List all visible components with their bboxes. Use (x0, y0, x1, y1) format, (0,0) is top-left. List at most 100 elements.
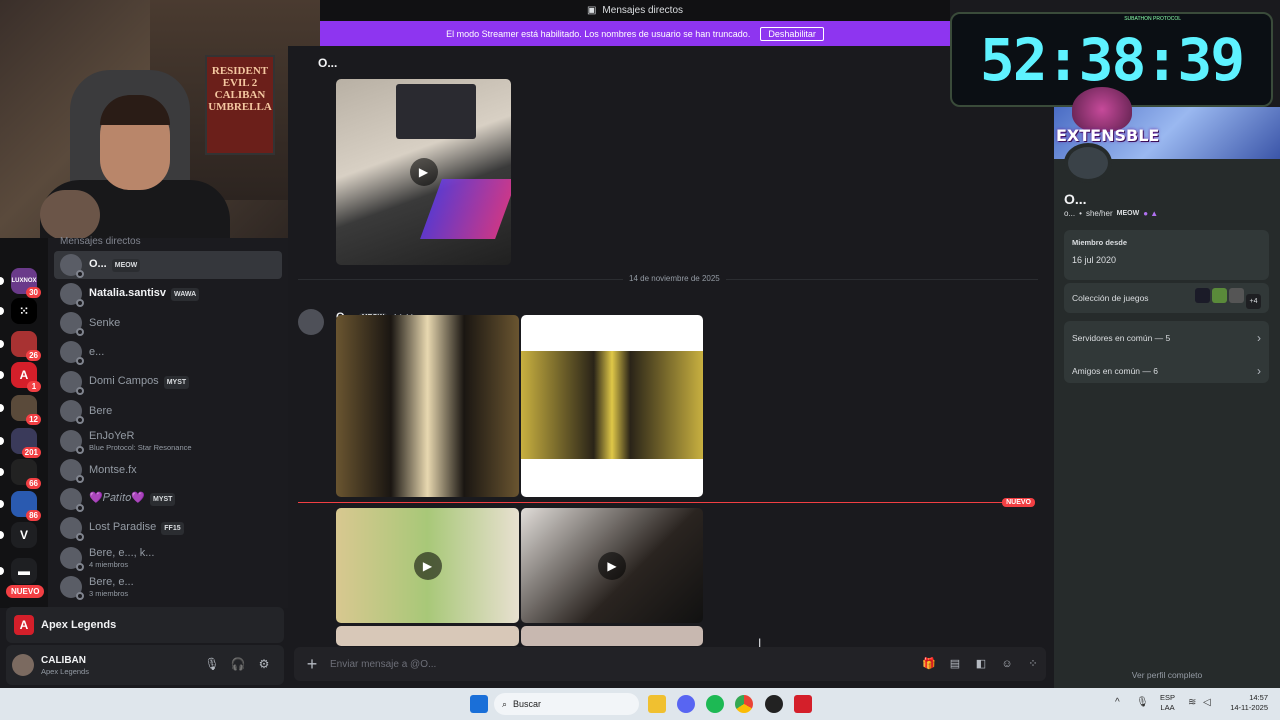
dm-item[interactable]: e... (54, 338, 282, 366)
user-avatar[interactable] (12, 654, 34, 676)
add-attachment-button[interactable]: + (294, 654, 330, 675)
discord-icon[interactable] (677, 695, 695, 713)
gift-icon[interactable]: 🎁 (916, 651, 942, 677)
taskbar-search[interactable]: ⌕ Buscar (494, 693, 639, 715)
user-panel[interactable]: CALIBAN Apex Legends 🎙 🎧 ⚙ (6, 645, 284, 685)
dm-item[interactable]: EnJoYeR Blue Protocol: Star Resonance (54, 427, 282, 455)
dm-item[interactable]: Domi Campos MYST (54, 368, 282, 396)
status-indicator (76, 446, 84, 454)
chevron-right-icon: › (1257, 364, 1261, 378)
status-indicator (76, 299, 84, 307)
disable-streamer-button[interactable]: Deshabilitar (760, 26, 824, 41)
gif-icon[interactable]: ▤ (942, 651, 968, 677)
emoji-icon[interactable]: ☺ (994, 651, 1020, 677)
dm-item[interactable]: Natalia.santisv WAWA (54, 280, 282, 308)
more-games-count[interactable]: +4 (1246, 293, 1261, 309)
language-indicator[interactable]: ESP LAA (1160, 693, 1175, 713)
view-full-profile-link[interactable]: Ver perfil completo (1054, 670, 1280, 680)
game-collection-card[interactable]: Colección de juegos +4 (1064, 283, 1269, 313)
server-icon[interactable]: 66 (0, 459, 41, 489)
chevron-right-icon: › (1257, 331, 1261, 345)
arcade-poster: RESIDENT EVIL 2 CALIBAN UMBRELLA (205, 55, 275, 155)
message-input[interactable] (330, 658, 916, 670)
image-attachment[interactable] (336, 626, 519, 646)
gear-icon[interactable]: ⚙ (256, 657, 272, 673)
dm-item[interactable]: 💜𝑃𝑎𝑡𝑖𝑡𝑜💜 MYST (54, 485, 282, 513)
dm-item[interactable]: Montse.fx (54, 456, 282, 484)
chevron-up-icon[interactable]: ^ (1115, 697, 1127, 711)
dm-item[interactable]: Bere (54, 397, 282, 425)
status-indicator (76, 357, 84, 365)
play-icon[interactable]: ▶ (598, 551, 626, 580)
dm-avatar (60, 400, 84, 424)
wifi-icon[interactable]: ≋ (1188, 697, 1200, 711)
video-attachment[interactable]: ▶ (336, 508, 519, 623)
image-attachment[interactable] (521, 626, 703, 646)
mutual-servers-row[interactable]: Servidores en común — 5 › (1072, 331, 1261, 345)
server-label: V (19, 528, 28, 542)
unread-pill (0, 307, 4, 315)
date-separator: 14 de noviembre de 2025 (298, 274, 1038, 283)
dm-item[interactable]: Lost Paradise FF15 (54, 514, 282, 542)
mirror-image (521, 351, 703, 459)
server-icon[interactable]: 12 (0, 395, 41, 425)
dm-avatar (60, 488, 84, 512)
new-pill[interactable]: NUEVO (6, 585, 45, 598)
dm-avatar (60, 430, 84, 454)
video-attachment[interactable]: ▶ (521, 508, 703, 623)
headphones-icon[interactable]: 🎧 (230, 657, 246, 673)
dm-item[interactable]: Bere, e... 3 miembros (54, 573, 282, 601)
profile-subline: o... • she/her MEOW ● ▲ (1064, 209, 1158, 218)
sticker-icon[interactable]: ◧ (968, 651, 994, 677)
clock[interactable]: 14:57 14-11-2025 (1222, 693, 1268, 713)
windows-start-icon[interactable] (470, 695, 488, 713)
dm-tag: WAWA (171, 288, 200, 301)
dm-name: O... (89, 258, 107, 270)
dm-name: Bere, e..., k... (89, 546, 155, 559)
mutual-friends-row[interactable]: Amigos en común — 6 › (1072, 364, 1261, 378)
play-icon[interactable]: ▶ (413, 551, 442, 580)
video-attachment[interactable]: ▶ (336, 79, 511, 265)
server-icon[interactable]: ▬ (0, 558, 37, 584)
dm-avatar (60, 341, 84, 365)
server-icon[interactable]: 86 (0, 491, 41, 521)
mutuals-card: Servidores en común — 5 › Amigos en común… (1064, 321, 1269, 383)
server-icon[interactable]: A1 (0, 362, 41, 392)
server-icon[interactable]: ⁙ (0, 298, 37, 324)
mention-badge: 66 (26, 478, 41, 489)
dm-name: 💜𝑃𝑎𝑡𝑖𝑡𝑜💜 (89, 492, 145, 504)
chrome-icon[interactable] (735, 695, 753, 713)
image-attachment[interactable] (336, 315, 519, 497)
mention-badge: 26 (26, 350, 41, 361)
unread-pill (0, 437, 4, 445)
game-icon[interactable] (1229, 287, 1244, 303)
obs-icon[interactable] (765, 695, 783, 713)
dm-item[interactable]: Senke (54, 309, 282, 337)
game-activity-bar[interactable]: A Apex Legends (6, 607, 284, 643)
spotify-icon[interactable] (706, 695, 724, 713)
server-icon[interactable]: V (0, 522, 37, 548)
apex-taskbar-icon[interactable] (794, 695, 812, 713)
dm-name: Lost Paradise (89, 521, 157, 533)
play-icon[interactable]: ▶ (409, 158, 438, 186)
dm-name: Domi Campos (89, 375, 159, 387)
microphone-icon[interactable]: 🎙 (204, 657, 220, 673)
mention-badge: 1 (27, 381, 41, 392)
user-name: CALIBAN (41, 654, 86, 666)
microphone-tray-icon[interactable]: 🎙 (1136, 697, 1149, 711)
author-avatar[interactable] (298, 309, 324, 335)
apps-icon[interactable]: ⁘ (1020, 651, 1046, 677)
dm-item[interactable]: Bere, e..., k... 4 miembros (54, 544, 282, 572)
image-attachment[interactable] (521, 315, 703, 497)
game-collection-label: Colección de juegos (1072, 293, 1149, 303)
server-icon[interactable]: LUXNOX 30 (0, 268, 41, 298)
server-icon[interactable]: 26 (0, 331, 41, 361)
server-icon[interactable]: 201 (0, 428, 41, 458)
volume-icon[interactable]: ◁ (1203, 697, 1215, 711)
game-icon[interactable] (1195, 287, 1210, 303)
file-explorer-icon[interactable] (648, 695, 666, 713)
profile-avatar[interactable] (1064, 143, 1112, 183)
profile-name: O... (1064, 191, 1087, 207)
dm-item[interactable]: O... MEOW (54, 251, 282, 279)
game-icon[interactable] (1212, 287, 1227, 303)
